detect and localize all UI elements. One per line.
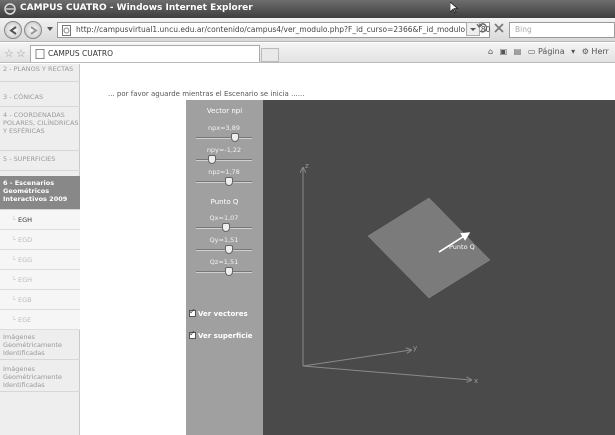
- x-axis: [302, 365, 471, 380]
- checkbox-ver-superficie[interactable]: Ver superficie: [189, 329, 253, 340]
- print-icon[interactable]: ▤: [514, 47, 522, 56]
- page-icon: [62, 25, 71, 36]
- point-header: Punto Q: [210, 198, 239, 206]
- loading-message: ... por favor aguarde mientras el Escena…: [108, 90, 305, 98]
- add-favorites-icon[interactable]: ☆: [16, 47, 26, 60]
- feeds-icon[interactable]: ▣: [500, 47, 508, 56]
- controls-panel: Vector npi npx=3,89 npy=-1,22 npz=1,78 P…: [186, 100, 263, 435]
- slider-label: Qx=1,07: [209, 214, 239, 222]
- back-button[interactable]: [4, 21, 22, 39]
- slider-label: Qy=1,51: [209, 236, 239, 244]
- slider-qz[interactable]: Qz=1,51: [194, 258, 254, 278]
- tab-label: CAMPUS CUATRO: [48, 49, 113, 58]
- checkbox-ver-vectores[interactable]: Ver vectores: [189, 307, 248, 318]
- slider-label: npz=1,78: [208, 168, 240, 176]
- mouse-cursor-icon: [450, 2, 458, 14]
- command-icons: ⌂ ▣ ▤ ▭ Página ▾ ⚙ Herr: [488, 47, 615, 56]
- slider-npx[interactable]: npx=3,89: [194, 124, 254, 144]
- back-arrow-icon: [9, 26, 17, 35]
- sidebar-subitem-ege[interactable]: EGE: [0, 310, 80, 330]
- sidebar-item-planos[interactable]: 2 - PLANOS Y RECTAS: [0, 64, 80, 82]
- slider-track[interactable]: [196, 137, 252, 139]
- sidebar-subitem-egb[interactable]: EGB: [0, 290, 80, 310]
- favorites-star-icon[interactable]: ☆: [4, 47, 14, 60]
- sidebar-item-escenarios[interactable]: 6 - Escenarios Geométricos Interactivos …: [0, 176, 80, 210]
- home-icon[interactable]: ⌂: [488, 47, 493, 56]
- sidebar-item-superficies[interactable]: 5 - SUPERFICIES: [0, 155, 80, 171]
- address-url: http://campusvirtual1.uncu.edu.ar/conten…: [76, 25, 491, 34]
- search-input[interactable]: Bing: [509, 22, 615, 38]
- tab-campus-cuatro[interactable]: CAMPUS CUATRO: [30, 45, 260, 62]
- sidebar-subitem-egh-2[interactable]: EGH: [0, 270, 80, 290]
- sidebar-item-conicas[interactable]: 3 - CÓNICAS: [0, 93, 80, 107]
- sidebar-item-imagenes-2[interactable]: Imágenes Geométricamente Identificadas: [0, 362, 80, 392]
- tools-menu[interactable]: ⚙ Herr: [582, 47, 613, 56]
- history-dropdown-icon[interactable]: [47, 27, 53, 32]
- sidebar: 2 - PLANOS Y RECTAS 3 - CÓNICAS 4 - COOR…: [0, 64, 80, 435]
- slider-label: npx=3,89: [207, 124, 240, 132]
- forward-arrow-icon: [30, 26, 38, 35]
- slider-npz[interactable]: npz=1,78: [194, 168, 254, 188]
- vector-header: Vector npi: [206, 107, 243, 115]
- y-axis-label: y: [413, 344, 417, 352]
- scene-canvas[interactable]: z y x Punto Q: [263, 100, 615, 435]
- page-icon: [35, 49, 45, 59]
- slider-qx[interactable]: Qx=1,07: [194, 214, 254, 234]
- slider-thumb[interactable]: [224, 177, 233, 186]
- search-placeholder: Bing: [515, 25, 532, 34]
- page-menu[interactable]: ▭ Página ▾: [528, 47, 575, 56]
- slider-label: Qz=1,51: [209, 258, 239, 266]
- ie-icon: [4, 3, 16, 15]
- sidebar-subitem-egd[interactable]: EGD: [0, 230, 80, 250]
- slider-label: npy=-1,22: [206, 146, 242, 154]
- slider-thumb[interactable]: [224, 245, 233, 254]
- navigation-bar: http://campusvirtual1.uncu.edu.ar/conten…: [0, 18, 615, 42]
- title-bar: CAMPUS CUATRO - Windows Internet Explore…: [0, 0, 615, 18]
- checkbox-icon[interactable]: [189, 307, 196, 317]
- address-bar[interactable]: http://campusvirtual1.uncu.edu.ar/conten…: [57, 22, 490, 38]
- sidebar-item-imagenes-1[interactable]: Imágenes Geométricamente Identificadas: [0, 330, 80, 360]
- x-axis-label: x: [474, 377, 478, 385]
- sidebar-subitem-egg[interactable]: EGG: [0, 250, 80, 270]
- slider-npy[interactable]: npy=-1,22: [194, 146, 254, 166]
- refresh-icon[interactable]: [476, 20, 490, 36]
- y-axis: [302, 350, 411, 367]
- command-bar: ☆ ☆ CAMPUS CUATRO ⌂ ▣ ▤ ▭ Página ▾ ⚙ Her…: [0, 43, 615, 63]
- stop-icon[interactable]: [492, 20, 506, 36]
- new-tab-button[interactable]: [261, 48, 279, 62]
- slider-thumb[interactable]: [224, 267, 233, 276]
- point-q-label: Punto Q: [449, 243, 475, 251]
- forward-button[interactable]: [24, 21, 42, 39]
- scene-3d[interactable]: z y x Punto Q: [263, 100, 615, 435]
- slider-thumb[interactable]: [230, 133, 239, 142]
- slider-qy[interactable]: Qy=1,51: [194, 236, 254, 256]
- checkbox-icon[interactable]: [189, 329, 196, 339]
- sidebar-subitem-egh[interactable]: EGH: [0, 210, 80, 230]
- slider-track[interactable]: [196, 159, 252, 161]
- z-axis-label: z: [305, 162, 309, 170]
- window-title: CAMPUS CUATRO - Windows Internet Explore…: [20, 3, 253, 13]
- slider-thumb[interactable]: [208, 155, 216, 164]
- slider-thumb[interactable]: [222, 223, 231, 232]
- sidebar-item-coordenadas[interactable]: 4 - COORDENADAS POLARES, CILÍNDRICAS Y E…: [0, 111, 80, 151]
